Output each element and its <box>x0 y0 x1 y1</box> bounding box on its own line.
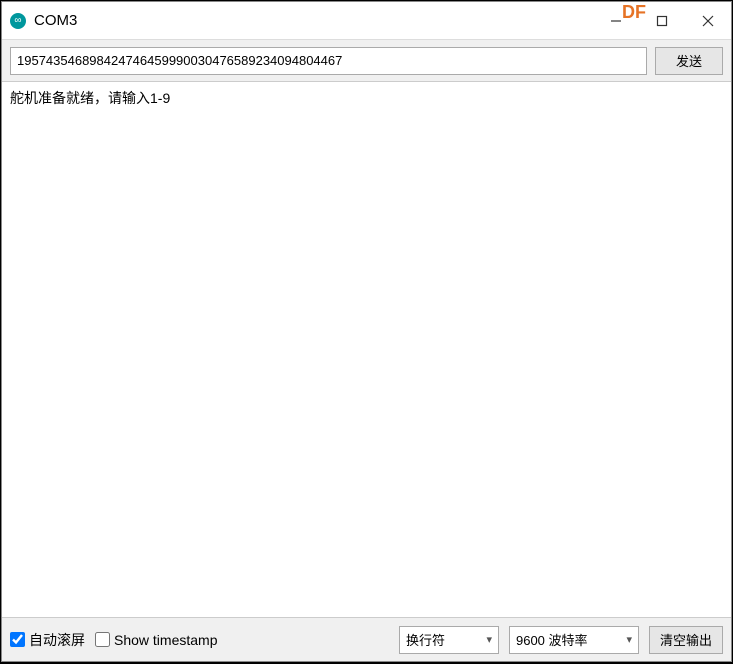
autoscroll-checkbox-wrap[interactable]: 自动滚屏 <box>10 630 85 650</box>
send-button[interactable]: 发送 <box>655 47 723 75</box>
serial-monitor-window: COM3 DF 发送 舵机准备就绪，请输入1-9 自动滚屏 Show times… <box>1 1 732 662</box>
maximize-icon <box>656 15 668 27</box>
clear-output-button[interactable]: 清空输出 <box>649 626 723 654</box>
status-bar: 自动滚屏 Show timestamp 换行符 ▾ 9600 波特率 ▾ 清空输… <box>2 617 731 661</box>
maximize-button[interactable] <box>639 2 685 39</box>
timestamp-label: Show timestamp <box>114 632 217 648</box>
line-ending-value: 换行符 <box>406 630 445 649</box>
serial-output[interactable]: 舵机准备就绪，请输入1-9 <box>2 82 731 617</box>
line-ending-select[interactable]: 换行符 ▾ <box>399 626 499 654</box>
baud-rate-select[interactable]: 9600 波特率 ▾ <box>509 626 639 654</box>
command-input[interactable] <box>10 47 647 75</box>
window-controls <box>593 2 731 39</box>
titlebar: COM3 DF <box>2 2 731 40</box>
arduino-icon <box>10 13 26 29</box>
autoscroll-checkbox[interactable] <box>10 632 25 647</box>
chevron-down-icon: ▾ <box>486 633 492 646</box>
close-button[interactable] <box>685 2 731 39</box>
autoscroll-label: 自动滚屏 <box>29 630 85 650</box>
send-toolbar: 发送 <box>2 40 731 82</box>
baud-rate-value: 9600 波特率 <box>516 630 588 649</box>
timestamp-checkbox[interactable] <box>95 632 110 647</box>
minimize-button[interactable] <box>593 2 639 39</box>
minimize-icon <box>610 15 622 27</box>
timestamp-checkbox-wrap[interactable]: Show timestamp <box>95 632 217 648</box>
chevron-down-icon: ▾ <box>626 633 632 646</box>
close-icon <box>702 15 714 27</box>
window-title: COM3 <box>34 12 77 29</box>
